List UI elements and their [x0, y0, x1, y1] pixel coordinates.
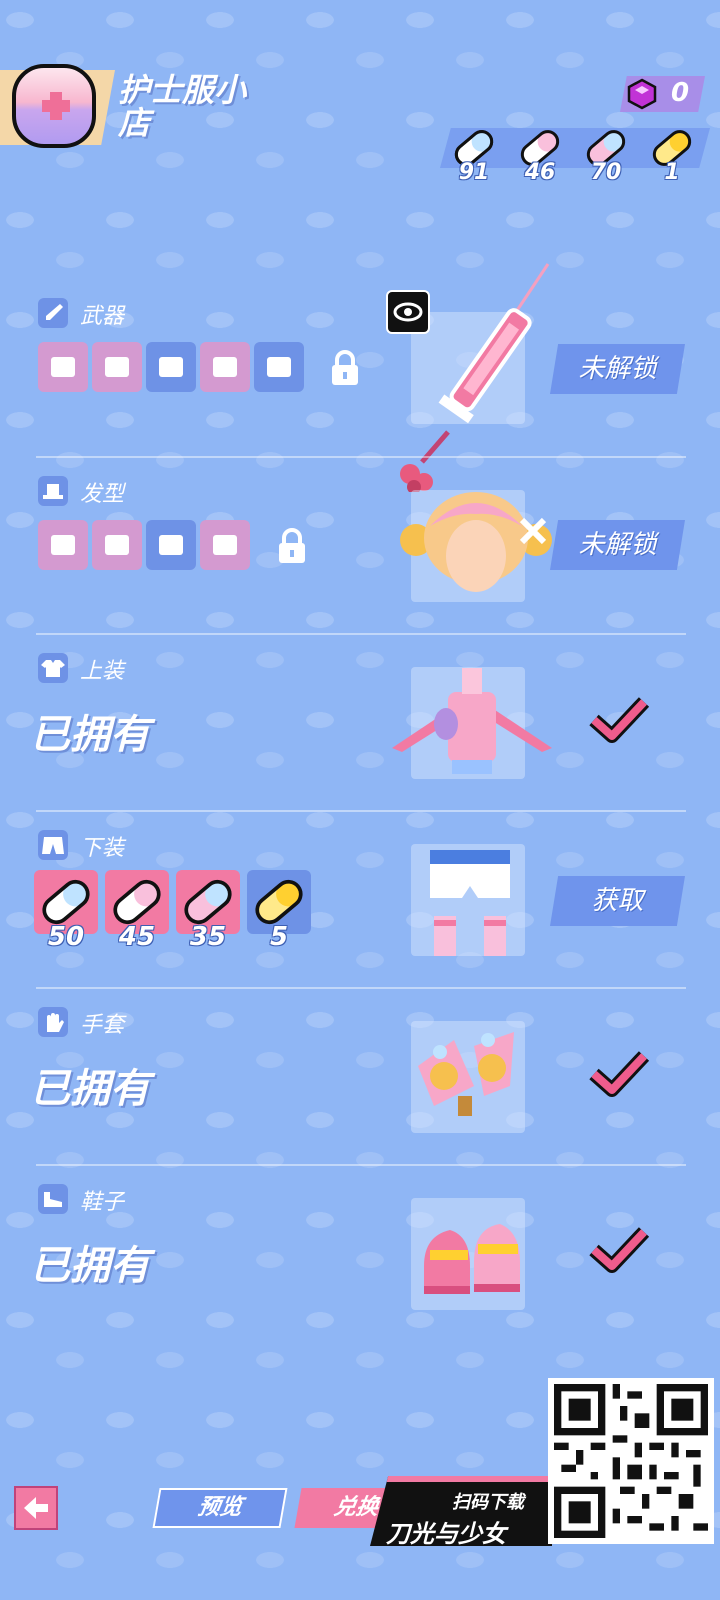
sword-icon: [38, 298, 68, 328]
price-blue-pill: 50: [47, 922, 85, 952]
back-button[interactable]: [14, 1486, 58, 1530]
nurse-bottom-image: [430, 850, 510, 956]
gold-pill-count: 1: [664, 160, 680, 185]
lock-icon: [279, 528, 305, 563]
qr-code[interactable]: [548, 1378, 714, 1544]
gem-icon: [627, 78, 657, 110]
row-title-bottom: 下装: [80, 836, 125, 861]
pink-pill-count: 46: [524, 160, 556, 185]
owned-label-shoes: 已拥有: [30, 1243, 150, 1289]
row-title-top: 上装: [80, 659, 125, 684]
price-pink-pill: 45: [118, 922, 156, 952]
shoes-image: [424, 1224, 520, 1294]
shop-title: 护士服小店: [118, 71, 247, 142]
download-promo-banner[interactable]: 扫码下载 刀光与少女: [370, 1476, 552, 1546]
row-divider: [36, 810, 686, 812]
back-arrow-icon: [24, 1497, 48, 1519]
hair-image: [400, 492, 552, 592]
locked-button-hair[interactable]: 未解锁: [550, 520, 685, 570]
shoe-icon: [38, 1184, 68, 1214]
obtain-button[interactable]: 获取: [550, 876, 685, 926]
price-pink-blue-pill: 35: [189, 922, 227, 952]
row-divider: [36, 456, 686, 458]
price-gold-pill: 5: [269, 922, 289, 952]
row-title-shoes: 鞋子: [80, 1190, 125, 1215]
slot-glove[interactable]: [92, 520, 142, 570]
gloves-image: [418, 1032, 514, 1116]
eye-icon[interactable]: [386, 290, 430, 334]
blue-pill-count: 91: [458, 160, 490, 185]
owned-label-gloves: 已拥有: [30, 1066, 150, 1112]
promo-game-title: 刀光与少女: [386, 1520, 506, 1548]
promo-scan-text: 扫码下载: [452, 1492, 524, 1513]
row-title-weapon: 武器: [80, 304, 125, 329]
check-icon: [589, 1227, 650, 1273]
glove-icon: [38, 1007, 68, 1037]
row-divider: [36, 1164, 686, 1166]
slot-shorts[interactable]: [146, 520, 196, 570]
slot-shorts[interactable]: [146, 342, 196, 392]
slot-shirt[interactable]: [200, 342, 250, 392]
owned-label-top: 已拥有: [30, 712, 150, 758]
lock-icon: [332, 350, 358, 385]
background-pattern: [0, 0, 720, 1600]
slot-shoe[interactable]: [38, 342, 88, 392]
nurse-top-image: [392, 668, 552, 774]
row-divider: [36, 987, 686, 989]
locked-button-weapon[interactable]: 未解锁: [550, 344, 685, 394]
check-icon: [589, 1051, 650, 1097]
shorts-icon: [38, 830, 68, 860]
hat-icon: [38, 476, 68, 506]
nurse-cross-icon: [12, 64, 96, 148]
preview-button[interactable]: 预览: [152, 1488, 288, 1528]
slot-hat[interactable]: [254, 342, 304, 392]
slot-shirt[interactable]: [200, 520, 250, 570]
shirt-icon: [38, 653, 68, 683]
pink-blue-pill-count: 70: [590, 160, 622, 185]
row-divider: [36, 633, 686, 635]
qr-code-image: [554, 1384, 708, 1538]
check-icon: [589, 697, 650, 743]
slot-shoe[interactable]: [38, 520, 88, 570]
slot-glove[interactable]: [92, 342, 142, 392]
row-title-gloves: 手套: [80, 1013, 125, 1038]
gem-count: 0: [670, 78, 690, 108]
row-title-hair: 发型: [80, 482, 125, 507]
